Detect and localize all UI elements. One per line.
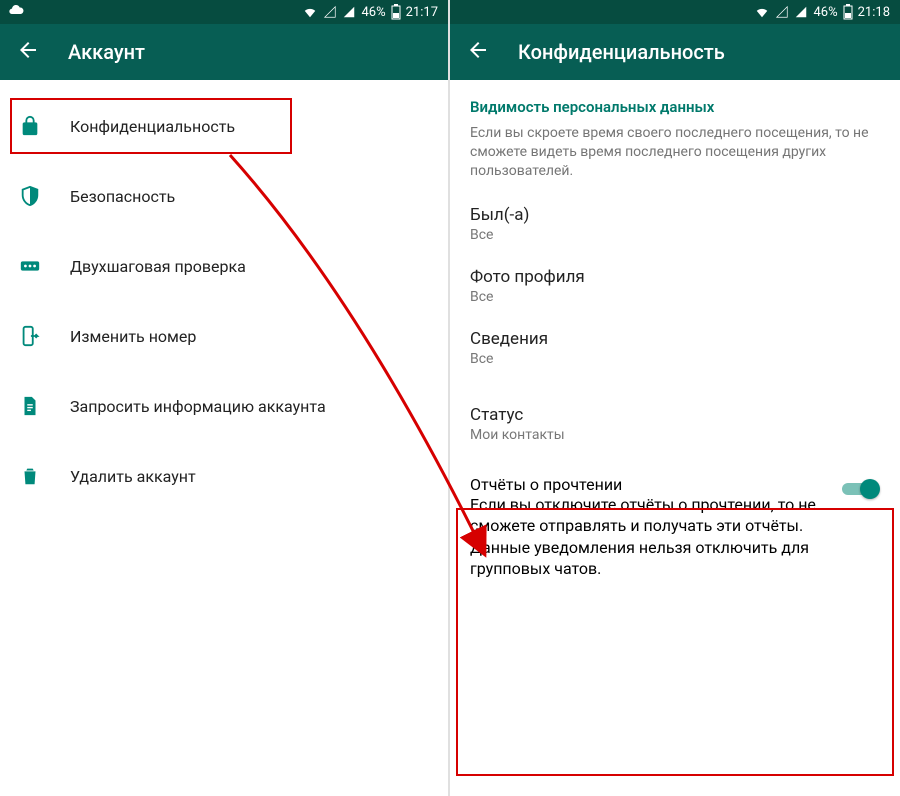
right-phone-screen: 46% 21:18 Конфиденциальность Видимость п… (450, 0, 900, 796)
setting-desc: Если вы отключите отчёты о прочтении, то… (470, 494, 830, 580)
signal-icon (342, 5, 356, 19)
setting-last-seen[interactable]: Был(-а) Все (450, 193, 900, 255)
signal-empty-icon (775, 5, 789, 19)
app-bar: Аккаунт (0, 24, 448, 80)
signal-empty-icon (323, 5, 337, 19)
account-menu: Конфиденциальность Безопасность Двухшаго… (0, 80, 448, 796)
signal-icon (794, 5, 808, 19)
page-title: Конфиденциальность (518, 40, 725, 64)
app-bar: Конфиденциальность (450, 24, 900, 80)
battery-icon (843, 4, 853, 20)
clock-label: 21:18 (858, 5, 890, 20)
item-privacy[interactable]: Конфиденциальность (0, 98, 448, 154)
item-delete-account[interactable]: Удалить аккаунт (0, 448, 448, 504)
item-request-info[interactable]: Запросить информацию аккаунта (0, 378, 448, 434)
item-label: Запросить информацию аккаунта (70, 397, 326, 416)
toggle-switch[interactable] (842, 479, 880, 499)
setting-status[interactable]: Статус Мои контакты (450, 379, 900, 455)
setting-sub: Все (470, 227, 880, 243)
cloud-icon (8, 2, 24, 22)
shield-icon (18, 184, 42, 208)
document-icon (18, 394, 42, 418)
left-phone-screen: 46% 21:17 Аккаунт Конфиденциальность Без… (0, 0, 450, 796)
back-button[interactable] (466, 38, 490, 66)
setting-profile-photo[interactable]: Фото профиля Все (450, 255, 900, 317)
section-header: Видимость персональных данных (450, 80, 900, 120)
setting-sub: Все (470, 289, 880, 305)
item-label: Двухшаговая проверка (70, 257, 246, 276)
status-bar: 46% 21:18 (450, 0, 900, 24)
battery-icon (391, 4, 401, 20)
wifi-icon (302, 5, 318, 19)
setting-read-receipts[interactable]: Отчёты о прочтении Если вы отключите отч… (450, 455, 900, 592)
setting-title: Статус (470, 405, 880, 425)
wifi-icon (754, 5, 770, 19)
trash-icon (18, 464, 42, 488)
setting-sub: Мои контакты (470, 427, 880, 443)
setting-title: Фото профиля (470, 267, 880, 287)
battery-label: 46% (361, 5, 385, 20)
item-label: Безопасность (70, 187, 175, 206)
setting-sub: Все (470, 351, 880, 367)
item-label: Удалить аккаунт (70, 467, 196, 486)
setting-about[interactable]: Сведения Все (450, 317, 900, 379)
section-desc: Если вы скроете время своего последнего … (450, 120, 900, 193)
clock-label: 21:17 (406, 5, 438, 20)
page-title: Аккаунт (68, 40, 145, 64)
item-change-number[interactable]: Изменить номер (0, 308, 448, 364)
item-label: Конфиденциальность (70, 117, 235, 136)
lock-icon (18, 114, 42, 138)
status-bar: 46% 21:17 (0, 0, 448, 24)
battery-label: 46% (813, 5, 837, 20)
item-security[interactable]: Безопасность (0, 168, 448, 224)
setting-title: Сведения (470, 329, 880, 349)
setting-title: Отчёты о прочтении (470, 475, 830, 494)
phone-arrow-icon (18, 324, 42, 348)
item-two-step[interactable]: Двухшаговая проверка (0, 238, 448, 294)
dots-box-icon (18, 254, 42, 278)
back-button[interactable] (16, 38, 40, 66)
privacy-settings: Видимость персональных данных Если вы ск… (450, 80, 900, 796)
setting-title: Был(-а) (470, 205, 880, 225)
item-label: Изменить номер (70, 327, 196, 346)
